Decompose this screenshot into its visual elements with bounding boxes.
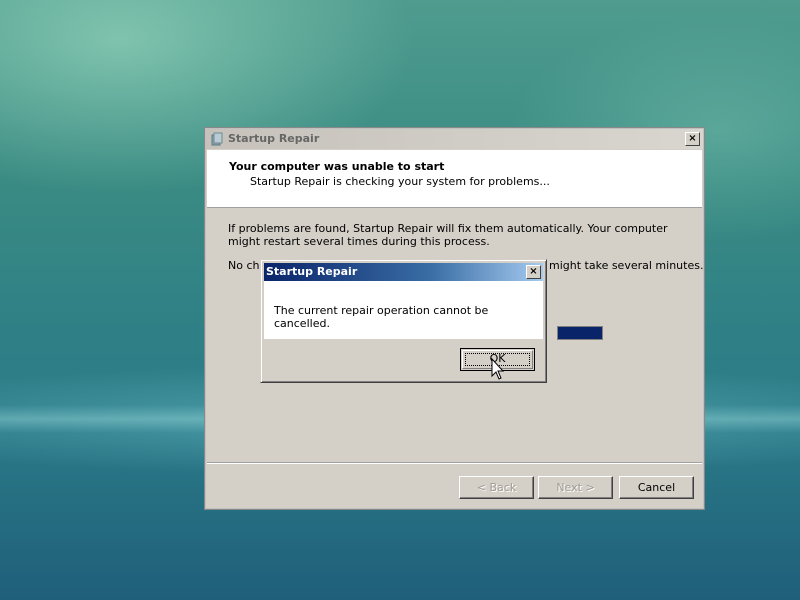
cancel-button[interactable]: Cancel bbox=[619, 476, 694, 499]
progress-fill bbox=[558, 327, 602, 339]
header-title: Your computer was unable to start bbox=[229, 160, 445, 173]
main-close-button[interactable]: × bbox=[685, 132, 700, 146]
startup-repair-app-icon bbox=[211, 132, 223, 146]
mouse-pointer-icon bbox=[491, 358, 505, 380]
main-window-title: Startup Repair bbox=[228, 132, 320, 145]
close-icon: × bbox=[688, 133, 697, 144]
partial-text-right: might take several minutes. bbox=[549, 259, 704, 272]
footer-divider bbox=[207, 462, 702, 464]
dialog-title: Startup Repair bbox=[266, 265, 358, 278]
next-button[interactable]: Next > bbox=[538, 476, 613, 499]
dialog-body: The current repair operation cannot be c… bbox=[264, 281, 543, 339]
back-button[interactable]: < Back bbox=[459, 476, 534, 499]
description-text: If problems are found, Startup Repair wi… bbox=[228, 222, 668, 248]
header-subtitle: Startup Repair is checking your system f… bbox=[250, 175, 550, 188]
header-panel: Your computer was unable to start Startu… bbox=[207, 150, 702, 208]
dialog-message: The current repair operation cannot be c… bbox=[274, 304, 489, 330]
close-icon: × bbox=[529, 266, 538, 277]
progress-bar bbox=[557, 326, 603, 340]
dialog-titlebar: Startup Repair × bbox=[264, 263, 543, 281]
dialog-close-button[interactable]: × bbox=[526, 265, 541, 279]
main-titlebar: Startup Repair × bbox=[206, 129, 703, 149]
